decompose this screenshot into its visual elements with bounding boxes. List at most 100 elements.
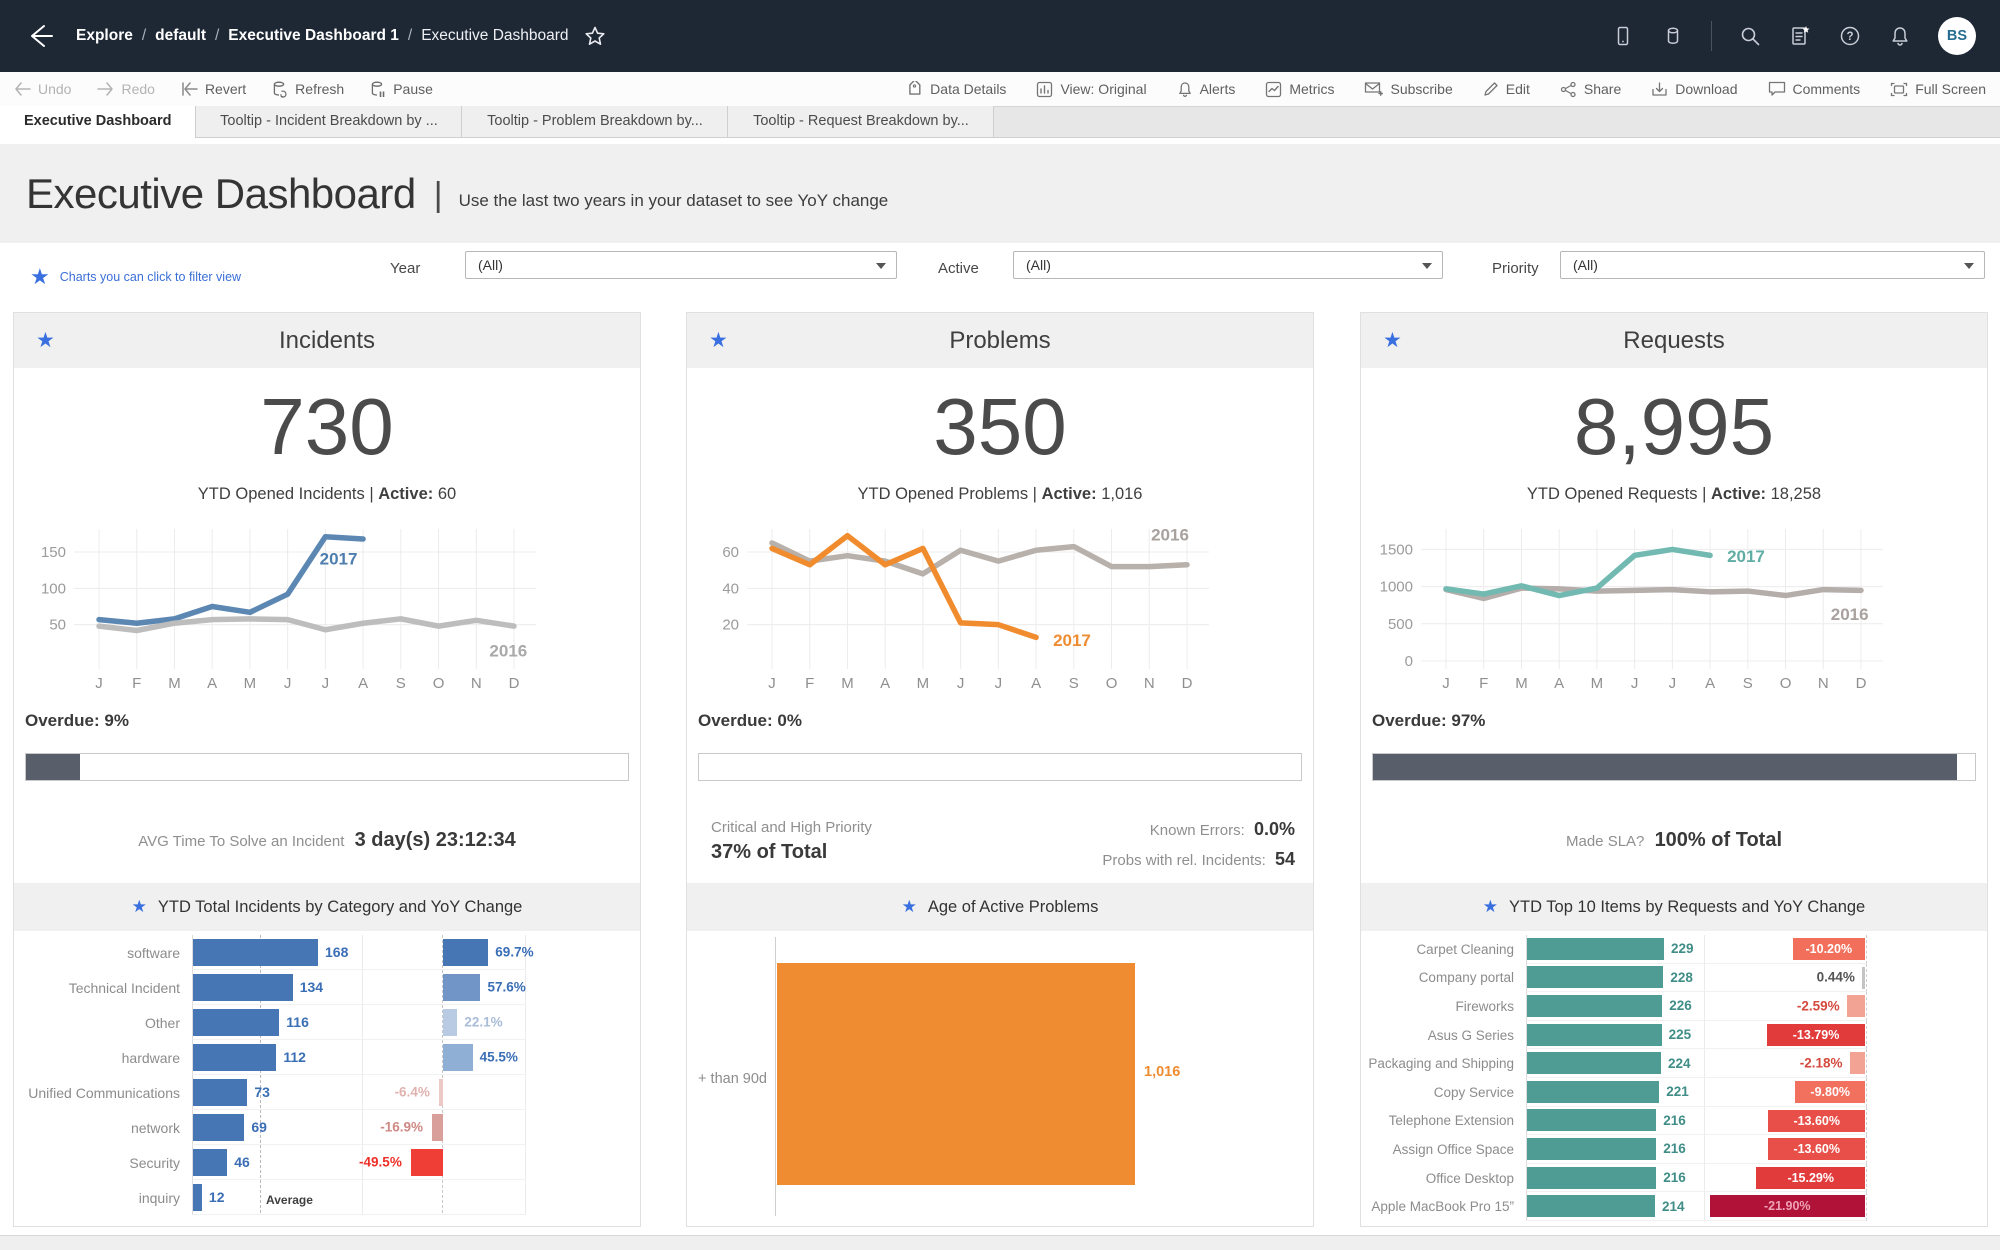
active-filter-dropdown[interactable]: (All) — [1013, 251, 1443, 279]
top10-row[interactable]: Office Desktop216-15.29% — [1361, 1164, 1987, 1193]
filter-hint[interactable]: ★ Charts you can click to filter view — [30, 266, 241, 288]
top10-row[interactable]: Telephone Extension216-13.60% — [1361, 1107, 1987, 1136]
edit-button[interactable]: Edit — [1483, 81, 1530, 97]
item-bar[interactable] — [1527, 995, 1662, 1017]
item-bar[interactable] — [1527, 1109, 1656, 1131]
category-bar[interactable] — [193, 1114, 244, 1141]
age-bar[interactable] — [777, 963, 1135, 1185]
item-bar[interactable] — [1527, 1024, 1662, 1046]
yoy-bar[interactable]: -13.79% — [1767, 1024, 1865, 1046]
yoy-bar[interactable]: -21.90% — [1710, 1195, 1865, 1217]
breadcrumb-default[interactable]: default — [155, 27, 206, 45]
top10-row[interactable]: Asus G Series225-13.79% — [1361, 1021, 1987, 1050]
incidents-category-chart[interactable]: Average software16869.7%Technical Incide… — [14, 931, 640, 1226]
item-bar[interactable] — [1527, 966, 1663, 988]
whats-new-icon[interactable] — [1788, 24, 1812, 48]
yoy-bar[interactable]: -15.29% — [1756, 1167, 1865, 1189]
yoy-bar[interactable] — [411, 1149, 443, 1176]
category-bar[interactable] — [193, 974, 293, 1001]
search-icon[interactable] — [1738, 24, 1762, 48]
item-bar[interactable] — [1527, 1167, 1656, 1189]
breadcrumb-workbook[interactable]: Executive Dashboard 1 — [228, 27, 399, 45]
top10-row[interactable]: Carpet Cleaning229-10.20% — [1361, 935, 1987, 964]
back-arrow-icon[interactable] — [24, 21, 54, 51]
tab-tooltip-request-breakdown[interactable]: Tooltip - Request Breakdown by... — [728, 106, 994, 137]
category-bar[interactable] — [193, 1009, 279, 1036]
category-row[interactable]: Technical Incident13457.6% — [14, 970, 640, 1005]
item-bar[interactable] — [1527, 938, 1664, 960]
problems-age-chart[interactable]: + than 90d 1,016 — [687, 931, 1313, 1226]
yoy-bar[interactable]: -13.60% — [1768, 1110, 1865, 1132]
top10-row[interactable]: Fireworks226-2.59% — [1361, 992, 1987, 1021]
undo-button[interactable]: Undo — [14, 81, 71, 97]
category-row[interactable]: Other11622.1% — [14, 1005, 640, 1040]
metrics-button[interactable]: Metrics — [1265, 81, 1334, 98]
svg-text:O: O — [433, 675, 445, 692]
problems-monthly-line-chart[interactable]: 204060JFMAMJJASOND20172016 — [687, 515, 1315, 703]
category-row[interactable]: software16869.7% — [14, 935, 640, 970]
category-row[interactable]: Security46-49.5% — [14, 1145, 640, 1180]
svg-text:D: D — [509, 675, 520, 692]
yoy-bar[interactable] — [443, 1044, 473, 1071]
user-avatar[interactable]: BS — [1938, 17, 1976, 55]
yoy-bar[interactable]: -10.20% — [1793, 938, 1865, 960]
mobile-preview-icon[interactable] — [1611, 24, 1635, 48]
data-source-icon[interactable] — [1661, 24, 1685, 48]
yoy-bar[interactable] — [443, 974, 480, 1001]
yoy-bar[interactable] — [1850, 1052, 1865, 1074]
redo-button[interactable]: Redo — [97, 81, 154, 97]
top10-row[interactable]: Copy Service221-9.80% — [1361, 1078, 1987, 1107]
yoy-bar[interactable]: -13.60% — [1768, 1138, 1865, 1160]
category-bar[interactable] — [193, 1149, 227, 1176]
breadcrumb-explore[interactable]: Explore — [76, 27, 133, 45]
download-button[interactable]: Download — [1651, 81, 1737, 98]
yoy-bar[interactable] — [432, 1114, 443, 1141]
view-original-button[interactable]: View: Original — [1036, 81, 1146, 98]
yoy-bar[interactable] — [443, 939, 488, 966]
critical-priority-value: 37% of Total — [711, 841, 872, 864]
revert-button[interactable]: Revert — [181, 81, 246, 97]
tab-executive-dashboard[interactable]: Executive Dashboard — [0, 106, 196, 138]
priority-filter-dropdown[interactable]: (All) — [1560, 251, 1985, 279]
yoy-bar[interactable]: -9.80% — [1795, 1081, 1865, 1103]
refresh-button[interactable]: Refresh — [272, 81, 344, 98]
requests-monthly-line-chart[interactable]: 050010001500JFMAMJJASOND20172016 — [1361, 515, 1989, 703]
yoy-bar[interactable] — [443, 1009, 457, 1036]
svg-text:J: J — [1442, 675, 1450, 692]
subscribe-button[interactable]: Subscribe — [1364, 81, 1452, 97]
item-bar[interactable] — [1527, 1195, 1655, 1217]
help-icon[interactable]: ? — [1838, 24, 1862, 48]
top10-row[interactable]: Apple MacBook Pro 15”214-21.90% — [1361, 1192, 1987, 1221]
category-bar[interactable] — [193, 1184, 202, 1211]
full-screen-button[interactable]: Full Screen — [1890, 81, 1986, 97]
category-bar[interactable] — [193, 939, 318, 966]
category-row[interactable]: hardware11245.5% — [14, 1040, 640, 1075]
share-button[interactable]: Share — [1560, 81, 1621, 98]
data-details-button[interactable]: Data Details — [906, 81, 1006, 98]
pause-button[interactable]: Pause — [370, 81, 433, 98]
alerts-label: Alerts — [1200, 81, 1236, 97]
item-bar[interactable] — [1527, 1081, 1659, 1103]
incidents-monthly-line-chart[interactable]: 50100150JFMAMJJASOND20172016 — [14, 515, 642, 703]
item-bar[interactable] — [1527, 1138, 1656, 1160]
year-filter-dropdown[interactable]: (All) — [465, 251, 897, 279]
category-bar[interactable] — [193, 1079, 247, 1106]
category-row[interactable]: network69-16.9% — [14, 1110, 640, 1145]
tab-tooltip-problem-breakdown[interactable]: Tooltip - Problem Breakdown by... — [462, 106, 728, 137]
alerts-button[interactable]: Alerts — [1177, 81, 1236, 98]
yoy-bar[interactable] — [439, 1079, 443, 1106]
item-bar[interactable] — [1527, 1052, 1661, 1074]
comments-button[interactable]: Comments — [1768, 81, 1861, 97]
yoy-bar[interactable] — [1847, 995, 1865, 1017]
tab-tooltip-incident-breakdown[interactable]: Tooltip - Incident Breakdown by ... — [196, 106, 462, 137]
top10-row[interactable]: Packaging and Shipping224-2.18% — [1361, 1049, 1987, 1078]
favorite-star-icon[interactable] — [583, 24, 607, 48]
yoy-bar[interactable] — [1862, 967, 1865, 989]
notifications-bell-icon[interactable] — [1888, 24, 1912, 48]
requests-top10-chart[interactable]: Carpet Cleaning229-10.20%Company portal2… — [1361, 931, 1987, 1226]
category-row[interactable]: inquiry12 — [14, 1180, 640, 1215]
category-row[interactable]: Unified Communications73-6.4% — [14, 1075, 640, 1110]
category-bar[interactable] — [193, 1044, 276, 1071]
top10-row[interactable]: Company portal2280.44% — [1361, 964, 1987, 993]
top10-row[interactable]: Assign Office Space216-13.60% — [1361, 1135, 1987, 1164]
